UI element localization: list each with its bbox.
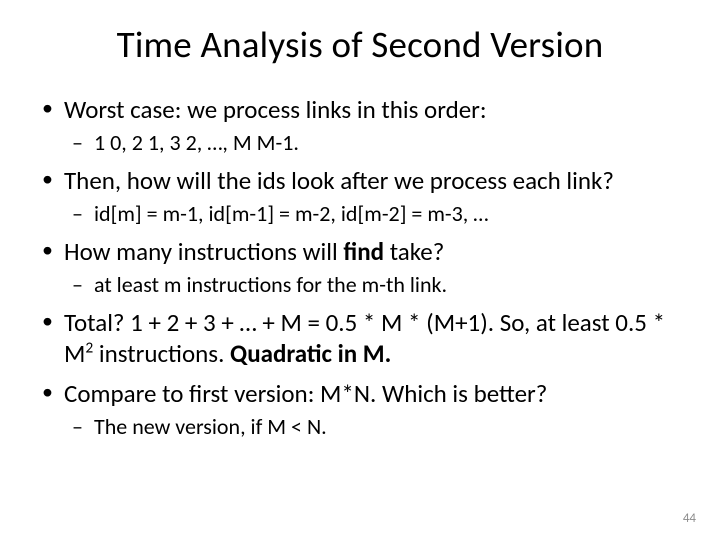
bullet-3-text-pre: How many instructions will — [64, 236, 343, 267]
bullet-5: Compare to first version: M*N. Which is … — [36, 379, 692, 410]
bullet-3-text-post: take? — [384, 236, 444, 267]
bullet-2a: id[m] = m-1, id[m-1] = m-2, id[m-2] = m-… — [36, 200, 692, 228]
bullet-5a: The new version, if M < N. — [36, 413, 692, 441]
bullet-3: How many instructions will find take? — [36, 237, 692, 268]
bullet-4-bold: Quadratic in M. — [230, 338, 391, 369]
slide-title: Time Analysis of Second Version — [0, 0, 720, 85]
bullet-4-text-mid: instructions. — [93, 338, 230, 369]
slide-body: Worst case: we process links in this ord… — [0, 95, 720, 440]
bullet-4: Total? 1 + 2 + 3 + … + M = 0.5 * M * (M+… — [36, 308, 692, 369]
page-number: 44 — [683, 511, 696, 526]
bullet-1a: 1 0, 2 1, 3 2, …, M M-1. — [36, 129, 692, 157]
bullet-3-bold: find — [343, 236, 384, 267]
bullet-3a: at least m instructions for the m-th lin… — [36, 271, 692, 299]
bullet-1: Worst case: we process links in this ord… — [36, 95, 692, 126]
bullet-2: Then, how will the ids look after we pro… — [36, 166, 692, 197]
